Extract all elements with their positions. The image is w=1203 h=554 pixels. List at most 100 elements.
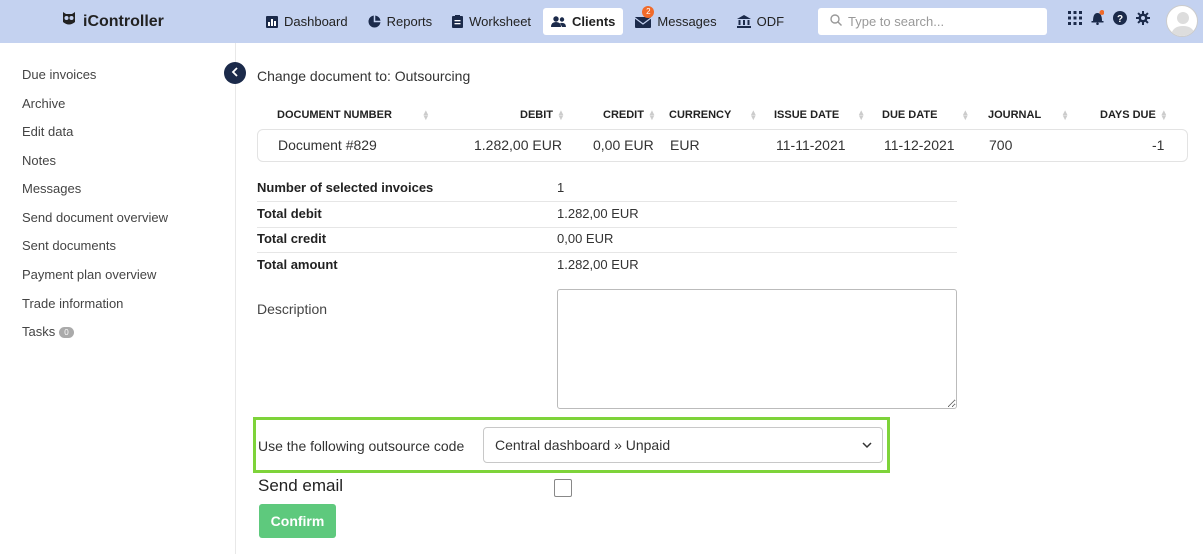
apps-grid-icon[interactable] bbox=[1068, 10, 1082, 30]
header-label: DOCUMENT NUMBER bbox=[277, 109, 392, 121]
header-label: JOURNAL bbox=[988, 109, 1042, 121]
page-title: Change document to: Outsourcing bbox=[257, 68, 471, 84]
header-label: DUE DATE bbox=[882, 109, 938, 121]
column-header-issue-date[interactable]: ISSUE DATE ▲ ▼ bbox=[774, 108, 866, 122]
nav-label: Reports bbox=[386, 14, 433, 29]
sidebar-item-due-invoices[interactable]: Due invoices bbox=[22, 67, 96, 82]
owl-logo-icon bbox=[62, 11, 76, 32]
toolbar-icons: ? bbox=[1068, 10, 1150, 30]
column-header-debit[interactable]: DEBIT ▲ ▼ bbox=[520, 108, 565, 122]
app-logo[interactable]: iController bbox=[62, 11, 164, 32]
nav-messages[interactable]: 2 Messages bbox=[627, 6, 724, 35]
sidebar-item-edit-data[interactable]: Edit data bbox=[22, 124, 73, 139]
table-row[interactable] bbox=[257, 129, 1188, 162]
summary-value-total-debit: 1.282,00 EUR bbox=[557, 206, 639, 221]
users-icon bbox=[551, 16, 567, 27]
user-avatar[interactable] bbox=[1166, 5, 1198, 37]
bell-icon[interactable] bbox=[1091, 10, 1105, 30]
cell-credit: 0,00 EUR bbox=[593, 137, 654, 153]
nav-label: Messages bbox=[657, 14, 717, 29]
divider bbox=[257, 227, 957, 228]
header-label: DEBIT bbox=[520, 109, 553, 121]
nav-label: Dashboard bbox=[284, 14, 348, 29]
header-label: ISSUE DATE bbox=[774, 109, 840, 121]
column-header-journal[interactable]: JOURNAL ▲ ▼ bbox=[988, 108, 1070, 122]
top-navbar: iController Dashboard Reports Worksheet … bbox=[0, 0, 1203, 43]
chevron-left-icon bbox=[231, 66, 239, 80]
sort-icon: ▲ ▼ bbox=[857, 108, 866, 122]
app-name: iController bbox=[83, 12, 164, 30]
svg-text:?: ? bbox=[1117, 14, 1123, 25]
summary-value-total-amount: 1.282,00 EUR bbox=[557, 257, 639, 272]
header-label: CREDIT bbox=[603, 109, 644, 121]
sort-icon: ▲ ▼ bbox=[961, 108, 970, 122]
description-label: Description bbox=[257, 301, 328, 317]
sidebar-item-trade-information[interactable]: Trade information bbox=[22, 296, 123, 311]
nav-reports[interactable]: Reports bbox=[360, 8, 441, 35]
divider bbox=[257, 201, 957, 202]
nav-label: Clients bbox=[572, 14, 616, 29]
pie-chart-icon bbox=[368, 15, 381, 28]
nav-dashboard[interactable]: Dashboard bbox=[258, 8, 356, 35]
summary-label-total-debit: Total debit bbox=[257, 206, 322, 221]
nav-label: ODF bbox=[756, 14, 785, 29]
sidebar-item-label: Tasks bbox=[22, 324, 56, 339]
cell-issue-date: 11-11-2021 bbox=[776, 137, 846, 153]
clipboard-icon bbox=[452, 15, 464, 28]
sort-icon: ▲ ▼ bbox=[421, 108, 430, 122]
header-label: DAYS DUE bbox=[1100, 109, 1156, 121]
send-email-label: Send email bbox=[258, 476, 344, 495]
tasks-count-badge: 0 bbox=[59, 327, 74, 339]
cell-debit: 1.282,00 EUR bbox=[474, 137, 562, 153]
sort-icon: ▲ ▼ bbox=[647, 108, 656, 122]
search-icon bbox=[830, 14, 842, 29]
summary-label-selected-count: Number of selected invoices bbox=[257, 180, 434, 195]
confirm-button[interactable]: Confirm bbox=[259, 504, 336, 538]
summary-label-total-amount: Total amount bbox=[257, 257, 338, 272]
sidebar-item-archive[interactable]: Archive bbox=[22, 96, 65, 111]
summary-value-selected-count: 1 bbox=[557, 180, 565, 195]
sidebar-item-messages[interactable]: Messages bbox=[22, 181, 81, 196]
sort-icon: ▲ ▼ bbox=[1159, 108, 1168, 122]
nav-odf[interactable]: ODF bbox=[729, 8, 792, 35]
cell-due-date: 11-12-2021 bbox=[884, 137, 955, 153]
messages-badge: 2 bbox=[642, 6, 655, 18]
column-header-due-date[interactable]: DUE DATE ▲ ▼ bbox=[882, 108, 970, 122]
column-header-credit[interactable]: CREDIT ▲ ▼ bbox=[603, 108, 656, 122]
column-header-document-number[interactable]: DOCUMENT NUMBER ▲ ▼ bbox=[277, 108, 430, 122]
sidebar-item-send-document-overview[interactable]: Send document overview bbox=[22, 210, 168, 225]
sort-icon: ▲ ▼ bbox=[749, 108, 758, 122]
outsource-code-select[interactable]: Central dashboard » Unpaid bbox=[483, 427, 883, 463]
collapse-sidebar-button[interactable] bbox=[224, 62, 246, 84]
description-textarea[interactable] bbox=[557, 289, 957, 409]
cell-document-number: Document #829 bbox=[278, 137, 377, 153]
chart-icon bbox=[266, 15, 278, 28]
summary-label-total-credit: Total credit bbox=[257, 231, 327, 246]
sidebar-item-tasks[interactable]: Tasks 0 bbox=[22, 324, 74, 339]
bank-icon bbox=[736, 15, 751, 28]
cell-currency: EUR bbox=[670, 137, 700, 153]
chevron-down-icon bbox=[862, 428, 872, 462]
send-email-checkbox[interactable] bbox=[554, 479, 572, 497]
divider bbox=[257, 252, 957, 253]
sidebar: Due invoices Archive Edit data Notes Mes… bbox=[0, 43, 236, 554]
select-value: Central dashboard » Unpaid bbox=[495, 437, 671, 453]
sidebar-item-payment-plan-overview[interactable]: Payment plan overview bbox=[22, 267, 156, 282]
sort-icon: ▲ ▼ bbox=[1061, 108, 1070, 122]
column-header-days-due[interactable]: DAYS DUE ▲ ▼ bbox=[1100, 108, 1168, 122]
search-input[interactable]: Type to search... bbox=[818, 8, 1047, 35]
nav-label: Worksheet bbox=[469, 14, 532, 29]
column-header-currency[interactable]: CURRENCY ▲ ▼ bbox=[669, 108, 758, 122]
sidebar-item-notes[interactable]: Notes bbox=[22, 153, 56, 168]
gear-icon[interactable] bbox=[1136, 10, 1150, 30]
search-placeholder: Type to search... bbox=[848, 14, 945, 29]
sort-icon: ▲ ▼ bbox=[557, 108, 565, 122]
header-label: CURRENCY bbox=[669, 109, 732, 121]
cell-days-due: -1 bbox=[1152, 137, 1165, 153]
nav-worksheet[interactable]: Worksheet bbox=[444, 8, 539, 35]
sidebar-item-sent-documents[interactable]: Sent documents bbox=[22, 238, 116, 253]
nav-clients[interactable]: Clients bbox=[543, 8, 624, 35]
summary-value-total-credit: 0,00 EUR bbox=[557, 231, 614, 246]
help-icon[interactable]: ? bbox=[1113, 10, 1127, 30]
main-nav: Dashboard Reports Worksheet Clients 2 Me… bbox=[258, 6, 792, 35]
